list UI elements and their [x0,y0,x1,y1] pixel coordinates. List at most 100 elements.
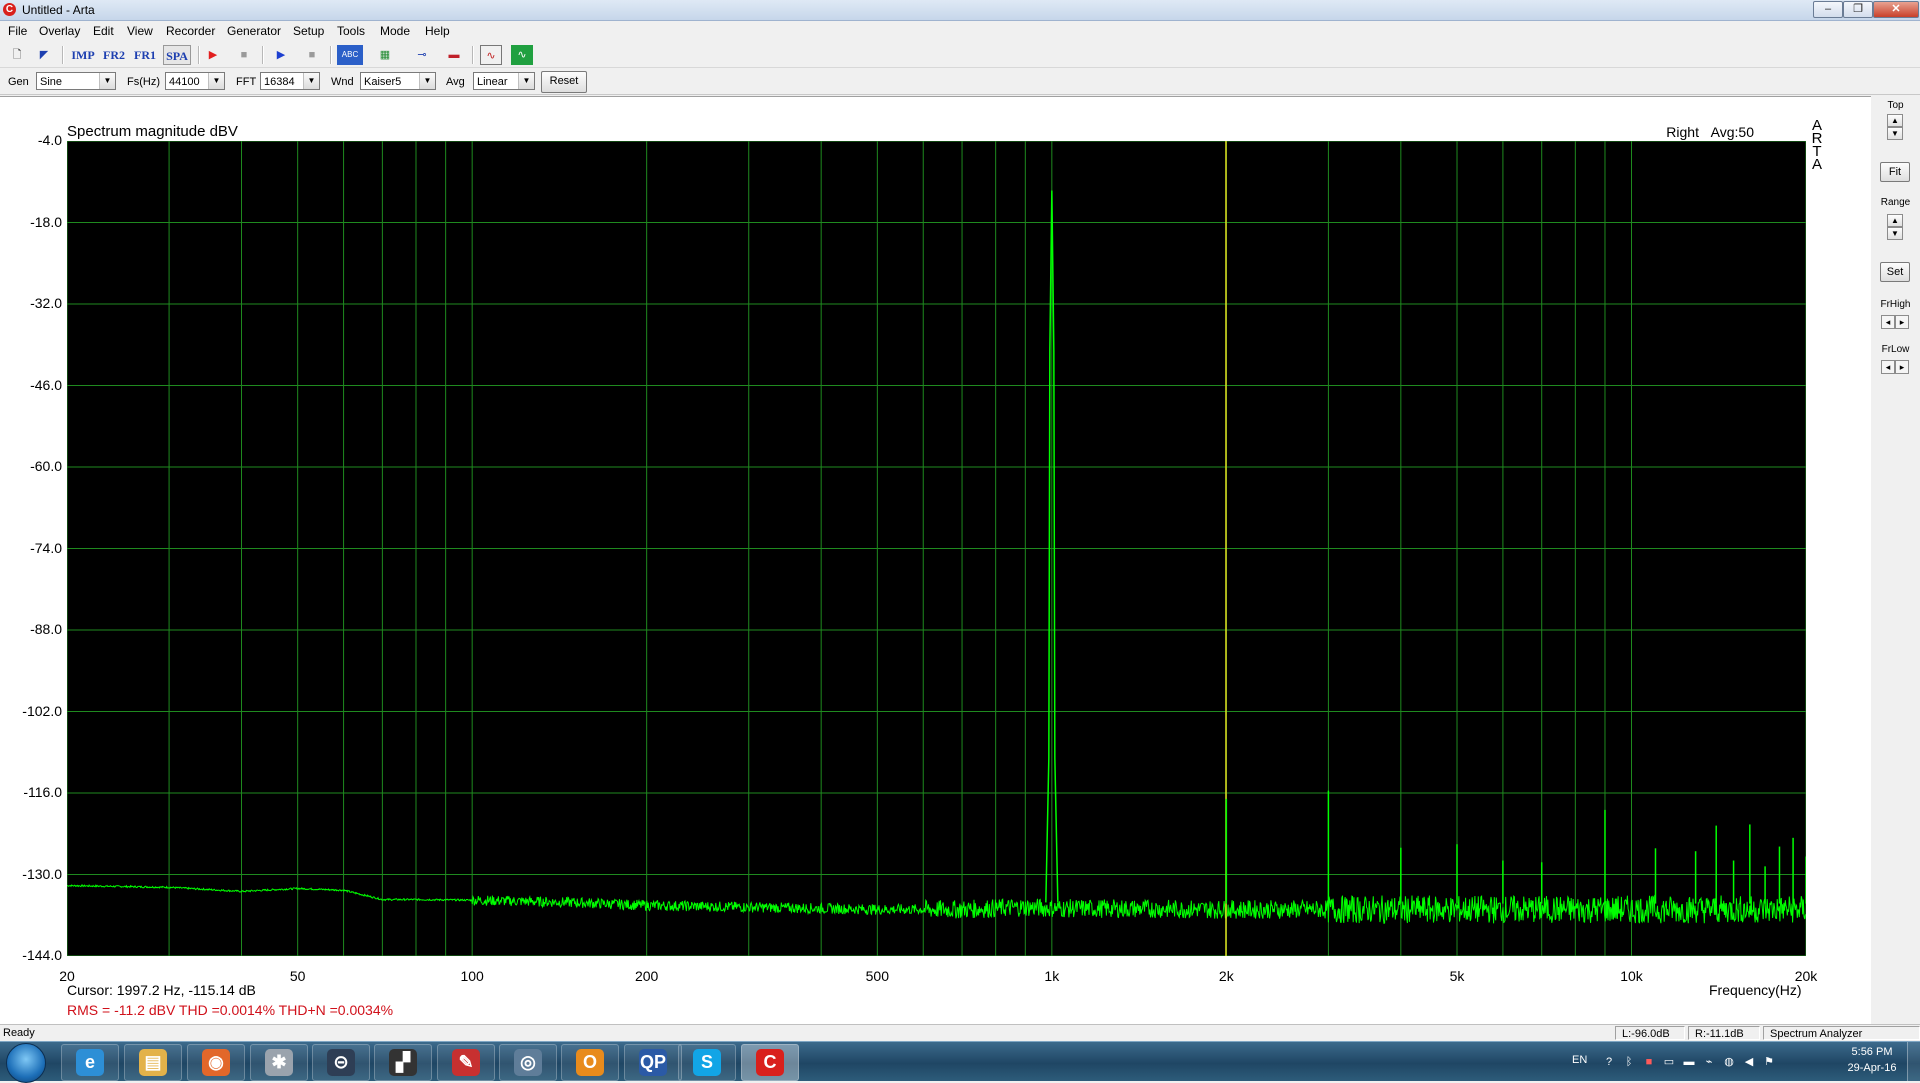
menu-generator[interactable]: Generator [227,24,281,38]
toolbar-separator [198,46,200,64]
antivirus-icon[interactable]: ■ [1642,1055,1656,1069]
chevron-down-icon[interactable]: ▼ [303,73,319,89]
webcam-taskbar-icon: ◎ [514,1049,542,1076]
menu-setup[interactable]: Setup [293,24,324,38]
qp-taskbar-button[interactable]: QP [624,1044,682,1081]
volume-icon[interactable]: ◀ [1742,1055,1756,1069]
scope-icon[interactable]: ∿ [511,45,533,65]
open-icon[interactable]: ◤ [33,45,55,65]
fr2-mode-button[interactable]: FR2 [101,45,127,65]
clapper-taskbar-button[interactable]: ▞ [374,1044,432,1081]
frhigh-label: FrHigh [1880,299,1911,310]
explorer-taskbar-button[interactable]: ▤ [124,1044,182,1081]
window-select[interactable]: Kaiser5 ▼ [360,72,436,90]
menu-overlay[interactable]: Overlay [39,24,80,38]
set-button[interactable]: Set [1880,262,1910,282]
menu-recorder[interactable]: Recorder [166,24,215,38]
menu-help[interactable]: Help [425,24,450,38]
display-icon[interactable]: ▬ [1682,1055,1696,1069]
stop2-icon[interactable]: ■ [301,45,323,65]
fs-label: Fs(Hz) [127,76,160,88]
top-down-button[interactable]: ▼ [1887,127,1903,140]
status-text: Ready [3,1027,35,1039]
fft-select[interactable]: 16384 ▼ [260,72,320,90]
flag-icon[interactable]: ▬ [443,45,465,65]
chevron-down-icon[interactable]: ▼ [419,73,435,89]
stop-icon[interactable]: ■ [233,45,255,65]
range-down-button[interactable]: ▼ [1887,227,1903,240]
sine-icon[interactable]: ∿ [480,45,502,65]
chevron-down-icon[interactable]: ▼ [208,73,224,89]
minimize-button[interactable]: – [1813,1,1843,18]
mode-indicator: Spectrum Analyzer [1763,1026,1920,1040]
fft-select-value: 16384 [264,76,295,88]
frlow-left-button[interactable]: ◂ [1881,360,1895,374]
range-label: Range [1880,197,1911,208]
fs-select[interactable]: 44100 ▼ [165,72,225,90]
menu-mode[interactable]: Mode [380,24,410,38]
window-select-value: Kaiser5 [364,76,402,88]
usb-icon[interactable]: ⌁ [1702,1055,1716,1069]
menu-tools[interactable]: Tools [337,24,365,38]
clock-time[interactable]: 5:56 PM [1842,1046,1902,1058]
y-tick-label: -32.0 [30,295,62,311]
abc-icon[interactable]: ABC [337,45,363,65]
top-up-button[interactable]: ▲ [1887,114,1903,127]
pdf-taskbar-button[interactable]: ✎ [437,1044,495,1081]
spectrum-chart[interactable] [67,141,1806,956]
fit-button[interactable]: Fit [1880,162,1910,182]
arta-taskbar-button[interactable]: C [741,1044,799,1081]
menu-file[interactable]: File [8,24,27,38]
frhigh-left-button[interactable]: ◂ [1881,315,1895,329]
action-center-flag-icon[interactable]: ⚑ [1762,1055,1776,1069]
tool-taskbar-icon: ✱ [265,1049,293,1076]
clock-date[interactable]: 29-Apr-16 [1842,1062,1902,1074]
menu-view[interactable]: View [127,24,153,38]
outlook-taskbar-button[interactable]: O [561,1044,619,1081]
chevron-down-icon[interactable]: ▼ [99,73,115,89]
lock-taskbar-button[interactable]: ⊝ [312,1044,370,1081]
pdf-taskbar-icon: ✎ [452,1049,480,1076]
x-tick-label: 500 [865,968,889,984]
firefox-taskbar-button[interactable]: ◉ [187,1044,245,1081]
start-button[interactable] [6,1043,46,1083]
avg-select[interactable]: Linear ▼ [473,72,535,90]
new-icon[interactable]: 🗋 [6,45,28,65]
skype-taskbar-button[interactable]: S [678,1044,736,1081]
imp-mode-button[interactable]: IMP [70,45,96,65]
help-icon[interactable]: ? [1602,1055,1616,1069]
rms-thd-readout: RMS = -11.2 dBV THD =0.0014% THD+N =0.00… [67,1002,394,1018]
webcam-taskbar-button[interactable]: ◎ [499,1044,557,1081]
frlow-right-button[interactable]: ▸ [1895,360,1909,374]
arta-brand: A R T A [1811,118,1823,172]
bluetooth-icon[interactable]: ᛒ [1622,1055,1636,1069]
record-icon[interactable]: ▶ [202,45,224,65]
y-tick-label: -88.0 [30,621,62,637]
play-icon[interactable]: ▶ [270,45,292,65]
ie-taskbar-button[interactable]: e [61,1044,119,1081]
gen-select[interactable]: Sine ▼ [36,72,116,90]
arta-app-icon: C [3,3,16,16]
y-tick-label: -46.0 [30,376,62,393]
reset-button[interactable]: Reset [541,71,587,93]
fr1-mode-button[interactable]: FR1 [132,45,158,65]
y-tick-label: -18.0 [30,213,62,230]
menu-edit[interactable]: Edit [93,24,114,38]
close-button[interactable]: ✕ [1873,1,1919,18]
qp-taskbar-icon: QP [639,1049,667,1076]
clapper-taskbar-icon: ▞ [389,1049,417,1076]
skype-taskbar-icon: S [693,1049,721,1076]
grid-icon[interactable]: ▦ [374,45,396,65]
chevron-down-icon[interactable]: ▼ [518,73,534,89]
tool-taskbar-button[interactable]: ✱ [250,1044,308,1081]
notification-icon[interactable]: ▭ [1662,1055,1676,1069]
range-up-button[interactable]: ▲ [1887,214,1903,227]
network-icon[interactable]: ◍ [1722,1055,1736,1069]
language-indicator[interactable]: EN [1572,1054,1587,1066]
restore-button[interactable]: ❐ [1843,1,1873,18]
frhigh-right-button[interactable]: ▸ [1895,315,1909,329]
show-desktop-button[interactable] [1907,1042,1920,1081]
cable-icon[interactable]: ⊸ [411,45,433,65]
spectrum-plot[interactable] [67,141,1806,956]
spa-mode-button[interactable]: SPA [163,45,191,65]
